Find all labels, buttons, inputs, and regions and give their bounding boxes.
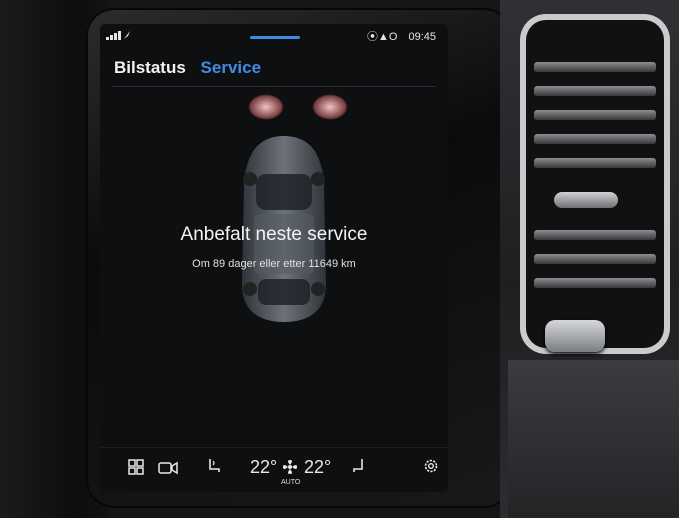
vent-slat [534,134,656,144]
vent-slat [534,62,656,72]
status-right: ⦿▲O 09:45 [367,28,436,44]
status-icons: ⦿▲O [366,31,398,43]
pull-down-handle[interactable] [250,36,300,39]
tab-bar: Bilstatus Service [114,58,271,78]
tab-service[interactable]: Service [201,58,262,78]
tab-divider [112,86,436,87]
auto-label: AUTO [281,479,301,486]
grid-icon[interactable] [128,459,144,478]
vent-control-knob[interactable] [554,192,618,208]
light-reflection [312,94,348,120]
clock: 09:45 [408,31,436,43]
status-bar: ⦿▲O 09:45 [100,24,448,46]
tab-bilstatus[interactable]: Bilstatus [114,58,186,78]
infotainment-screen: ⦿▲O 09:45 Bilstatus Service Anbefalt nes… [100,24,448,492]
seat-icon[interactable] [352,457,366,478]
vent-slat [534,110,656,120]
vent-slat [534,158,656,168]
service-heading: Anbefalt neste service [180,224,368,245]
vent-slat [534,86,656,96]
fan-icon[interactable] [282,459,298,478]
gear-icon[interactable] [422,457,440,478]
climate-bar: 22° AUTO 22° [100,447,448,492]
signal-icon [106,30,132,43]
vent-slat [534,230,656,240]
dashboard-trim [508,360,679,518]
seat-heat-icon[interactable] [206,457,222,478]
air-vent [520,14,670,354]
right-temperature[interactable]: 22° [304,457,331,478]
camera-icon[interactable] [158,461,178,478]
service-detail: Om 89 dager eller etter 11649 km [192,258,356,270]
light-reflection [248,94,284,120]
vent-slat [534,254,656,264]
vent-slat [534,278,656,288]
vent-thumbwheel[interactable] [545,320,605,352]
car-interior: ⦿▲O 09:45 Bilstatus Service Anbefalt nes… [0,0,679,518]
left-temperature[interactable]: 22° [250,457,277,478]
